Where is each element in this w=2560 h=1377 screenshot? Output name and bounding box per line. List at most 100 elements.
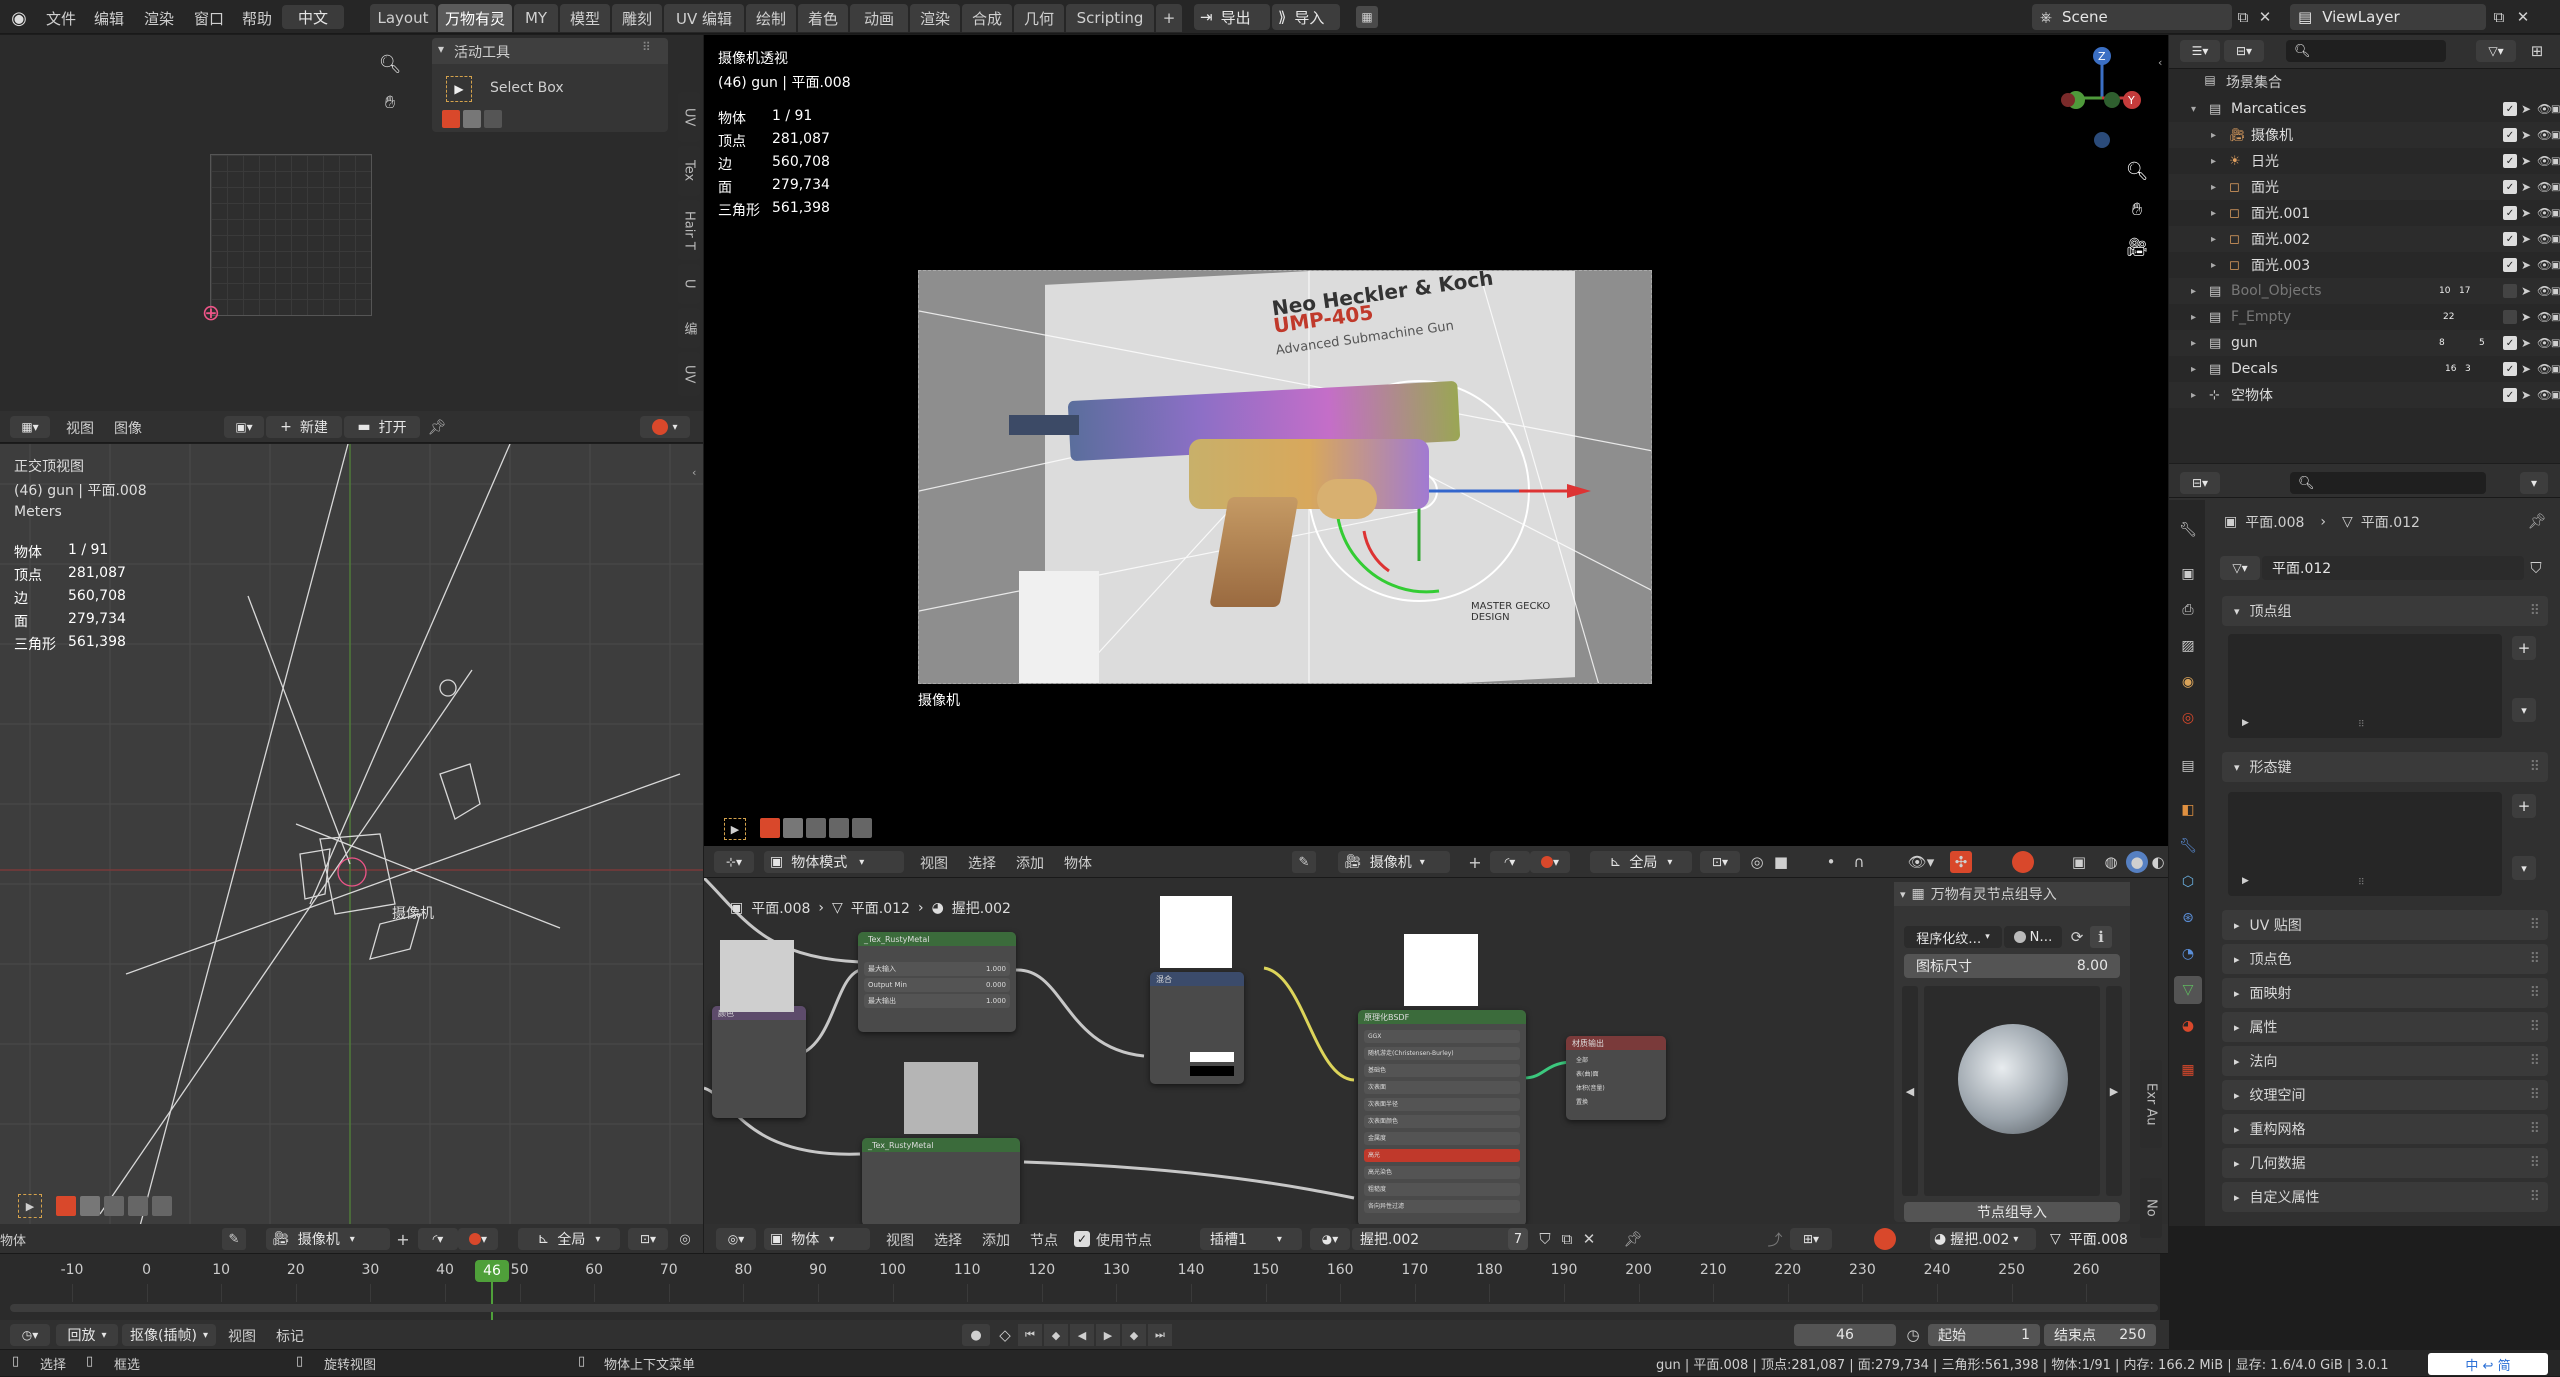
browse-image-button[interactable]: ▣▾ [224, 416, 264, 438]
properties-options[interactable]: ▾ [2520, 472, 2548, 494]
uv-side-tab[interactable]: 编 [678, 308, 700, 348]
render-camera-icon[interactable]: ▣ [2551, 364, 2560, 375]
bsdf-param-row[interactable]: 高光染色 [1364, 1166, 1520, 1179]
vp-xray-icon[interactable]: ▣ [2068, 851, 2090, 873]
curve-selector[interactable]: ◜▾ [418, 1228, 458, 1250]
render-tab-icon[interactable]: ▣ [2174, 560, 2202, 588]
bsdf-param-row[interactable]: 各向异性过滤 [1364, 1200, 1520, 1213]
outliner-row[interactable]: ▸ ⊹ 空物体 ✓ ➤ 👁︎ ▣ [2169, 382, 2560, 408]
jump-start-icon[interactable]: ⏮ [1018, 1324, 1042, 1346]
sk-menu-button[interactable]: ▾ [2512, 856, 2536, 880]
material-name-field[interactable]: 握把.002 [1352, 1228, 1528, 1250]
new-image-button[interactable]: + 新建 [266, 416, 342, 438]
section-handle-icon[interactable]: ⠿ [2530, 1155, 2540, 1171]
ime-indicator[interactable]: 中 ↩ 简 [2428, 1353, 2548, 1375]
checkbox-icon[interactable]: ✓ [2503, 388, 2517, 402]
delete-viewlayer-icon[interactable]: ✕ [2512, 6, 2534, 28]
outliner-row[interactable]: ▸ ◻ 面光 ✓ ➤ 👁︎ ▣ [2169, 174, 2560, 200]
render-camera-icon[interactable]: ▣ [2551, 286, 2560, 297]
render-camera-icon[interactable]: ▣ [2551, 104, 2560, 115]
menu-render[interactable]: 渲染 [144, 8, 174, 29]
ortho-select-modes[interactable] [56, 1196, 180, 1216]
vp-gizmo-toggle-icon[interactable]: ✣ [1950, 851, 1972, 873]
outliner-row[interactable]: ▸ ◻ 面光.001 ✓ ➤ 👁︎ ▣ [2169, 200, 2560, 226]
play-icon[interactable]: ▶ [1096, 1324, 1120, 1346]
frame-field[interactable]: 46 [1794, 1324, 1896, 1346]
checkbox-icon[interactable] [2503, 310, 2517, 324]
bsdf-param-row[interactable]: 次表面半径 [1364, 1098, 1520, 1111]
camera-selector[interactable]: 🎥︎ 摄像机 ▾ [266, 1228, 390, 1250]
import-button[interactable]: ⟫ 导入 [1272, 4, 1340, 30]
menu-help[interactable]: 帮助 [242, 8, 272, 29]
mode-subtract-icon[interactable] [484, 110, 502, 128]
vp-color-selector[interactable]: ▾ [1530, 851, 1570, 873]
properties-section[interactable]: ▸ 重构网格 ⠿ [2222, 1114, 2548, 1144]
scene-tab-icon[interactable]: ◉ [2174, 668, 2202, 696]
cam-mode-sub-icon[interactable] [806, 818, 826, 838]
render-camera-icon[interactable]: ▣ [2551, 156, 2560, 167]
vp-menu-view[interactable]: 视图 [920, 853, 948, 873]
properties-pin-icon[interactable]: 📌︎ [2526, 510, 2548, 532]
material-browse[interactable]: ◕▾ [1310, 1228, 1350, 1250]
workspace-tab[interactable]: 着色 [798, 4, 848, 32]
workspace-tab[interactable]: UV 编辑 [664, 4, 744, 32]
selectable-icon[interactable]: ➤ [2521, 258, 2531, 272]
visibility-eye-icon[interactable]: 👁︎ [2537, 310, 2552, 324]
mode-extend-icon[interactable] [463, 110, 481, 128]
mesh-browse[interactable]: ▽▾ [2220, 556, 2260, 580]
workspace-tab[interactable]: MY [514, 4, 558, 32]
outliner-row[interactable]: ▸ ▤ Bool_Objects ➤ 👁︎ ▣ [2169, 278, 2560, 304]
outliner-row[interactable]: ▸ ▤ Decals ✓ ➤ 👁︎ ▣ [2169, 356, 2560, 382]
ortho-mode-int-icon[interactable] [152, 1196, 172, 1216]
next-key-icon[interactable]: ◆ [1122, 1324, 1146, 1346]
expand-arrow-icon[interactable]: ▸ [2211, 260, 2216, 271]
refresh-icon[interactable]: ⟳ [2066, 926, 2088, 948]
visibility-eye-icon[interactable]: 👁︎ [2537, 154, 2552, 168]
section-handle-icon[interactable]: ⠿ [2530, 985, 2540, 1001]
node-import-header[interactable]: ▾ ▦ 万物有灵节点组导入 [1894, 882, 2130, 906]
selectable-icon[interactable]: ➤ [2521, 128, 2531, 142]
world-tab-icon[interactable]: ◎ [2174, 704, 2202, 732]
render-camera-icon[interactable]: ▣ [2551, 208, 2560, 219]
section-vg-handle-icon[interactable]: ⠿ [2530, 603, 2540, 619]
pin-icon[interactable]: 📌︎ [426, 416, 448, 438]
node-material-output[interactable]: 材质输出 全部 表(曲)面 体积(音量) 置换 [1566, 1036, 1666, 1120]
uv-side-tab[interactable]: Tex [678, 146, 700, 196]
add-workspace-button[interactable]: + [1156, 4, 1182, 32]
outliner-row[interactable]: ▸ ◻ 面光.002 ✓ ➤ 👁︎ ▣ [2169, 226, 2560, 252]
render-camera-icon[interactable]: ▣ [2551, 234, 2560, 245]
properties-editor-type[interactable]: ⊟▾ [2180, 472, 2220, 494]
preview-prev-button[interactable]: ◀ [1902, 986, 1918, 1196]
node-mix[interactable]: 混合 [1150, 972, 1244, 1084]
icon-size-field[interactable]: 图标尺寸 8.00 [1904, 954, 2120, 978]
jump-end-icon[interactable]: ⏭ [1148, 1324, 1172, 1346]
visibility-eye-icon[interactable]: 👁︎ [2537, 180, 2552, 194]
vg-list-resize-icon[interactable]: ⠿ [2358, 720, 2365, 730]
pan-hand-icon[interactable]: ✋︎ [376, 88, 404, 116]
node-rusty-metal-2[interactable]: _Tex_RustyMetal [862, 1138, 1020, 1226]
color-selector[interactable]: ▾ [458, 1228, 498, 1250]
section-handle-icon[interactable]: ⠿ [2530, 1019, 2540, 1035]
menu-image[interactable]: 图像 [114, 418, 142, 438]
workspace-tab[interactable]: 雕刻 [612, 4, 662, 32]
workspace-tab[interactable]: 绘制 [746, 4, 796, 32]
outliner-filter[interactable]: ▽▾ [2476, 40, 2516, 62]
viewport-editor-type[interactable]: ⊹▾ [714, 851, 754, 873]
section-sk-handle-icon[interactable]: ⠿ [2530, 759, 2540, 775]
workspace-tab[interactable]: 动画 [850, 4, 908, 32]
start-frame-field[interactable]: 起始 1 [1928, 1324, 2040, 1346]
vp-wire-shading-icon[interactable]: ◍ [2100, 851, 2122, 873]
editor-type-button[interactable]: ▦▾ [10, 416, 50, 438]
outliner-row[interactable]: ▸ 🎥︎ 摄像机 ✓ ➤ 👁︎ ▣ [2169, 122, 2560, 148]
n-selector[interactable]: N… [2004, 926, 2062, 948]
checkbox-icon[interactable]: ✓ [2503, 206, 2517, 220]
info-icon[interactable]: ℹ [2090, 926, 2112, 948]
vp-proportional-icon[interactable]: • [1820, 851, 1842, 873]
checkbox-icon[interactable]: ✓ [2503, 154, 2517, 168]
selectable-icon[interactable]: ➤ [2521, 388, 2531, 402]
properties-section[interactable]: ▸ 属性 ⠿ [2222, 1012, 2548, 1042]
camera-tool-icon[interactable]: ▶ [724, 818, 746, 840]
output-tab-icon[interactable]: ⎙ [2174, 596, 2202, 624]
mesh-data-selector[interactable]: ◕ 握把.002 ▾ [1930, 1228, 2036, 1250]
play-reverse-icon[interactable]: ◀ [1070, 1324, 1094, 1346]
